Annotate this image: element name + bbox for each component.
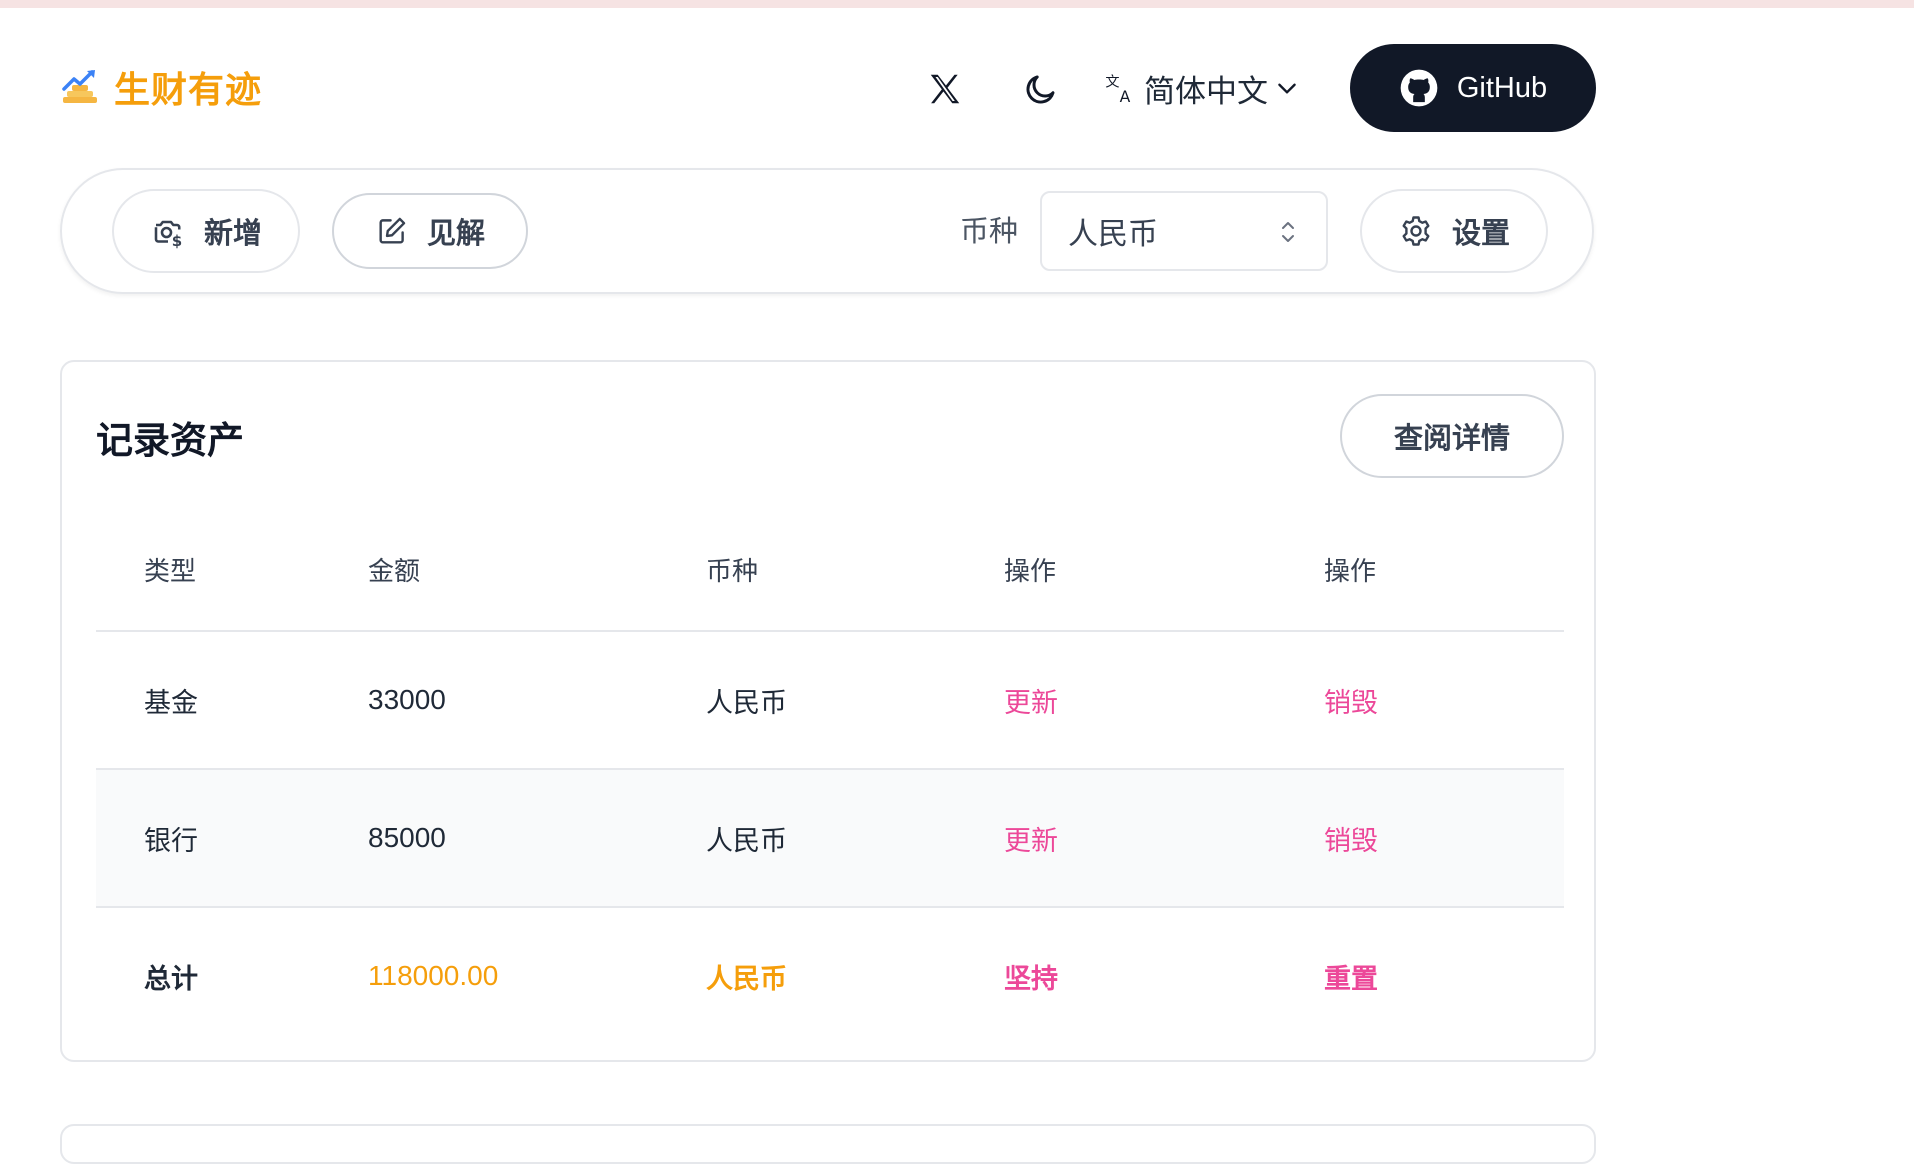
column-header: 操作 — [1324, 556, 1377, 587]
currency-label: 币种 — [960, 214, 1019, 248]
currency-cell: 人民币 — [706, 687, 787, 719]
total-amount: 118000.00 — [368, 960, 499, 991]
next-card — [60, 1124, 1596, 1164]
column-header: 金额 — [368, 556, 421, 587]
type-cell: 基金 — [144, 687, 198, 719]
add-button[interactable]: $ 新增 — [112, 189, 300, 273]
camera-add-icon: $ — [154, 220, 182, 249]
table-row: 银行 85000 人民币 更新 销毁 — [96, 768, 1564, 906]
persist-button[interactable]: 坚持 — [1004, 908, 1058, 1044]
github-label: GitHub — [1456, 71, 1548, 104]
language-selector[interactable]: 文 A 简体中文 — [1104, 64, 1300, 112]
chevron-up-down-icon — [1282, 222, 1294, 242]
card-title: 记录资产 — [96, 419, 244, 462]
insight-button[interactable]: 见解 — [332, 193, 528, 269]
theme-toggle-button[interactable] — [1018, 66, 1064, 112]
total-currency: 人民币 — [706, 963, 787, 995]
gear-icon — [1402, 216, 1430, 246]
top-strip — [0, 0, 1914, 8]
svg-text:$: $ — [172, 232, 182, 249]
settings-label: 设置 — [1451, 216, 1510, 250]
update-link[interactable]: 更新 — [1004, 770, 1058, 906]
column-header: 类型 — [144, 556, 197, 587]
amount-cell: 33000 — [368, 684, 446, 715]
x-twitter-link[interactable] — [922, 66, 968, 112]
logo[interactable]: 生财有迹 — [60, 64, 263, 111]
add-label: 新增 — [203, 216, 262, 250]
table-header-row: 类型 金额 币种 操作 操作 — [96, 508, 1564, 630]
column-header: 币种 — [706, 556, 759, 587]
total-row: 总计 118000.00 人民币 坚持 重置 — [96, 906, 1564, 1044]
github-icon — [1400, 69, 1438, 107]
svg-text:A: A — [1120, 88, 1131, 105]
table-row: 基金 33000 人民币 更新 销毁 — [96, 630, 1564, 768]
delete-link[interactable]: 销毁 — [1324, 632, 1378, 768]
currency-select[interactable]: 人民币 — [1040, 191, 1328, 271]
translate-icon: 文 A — [1105, 75, 1131, 105]
settings-button[interactable]: 设置 — [1360, 189, 1548, 273]
insight-label: 见解 — [426, 216, 485, 250]
currency-select-value: 人民币 — [1068, 217, 1158, 252]
amount-cell: 85000 — [368, 822, 446, 853]
asset-table: 类型 金额 币种 操作 操作 基金 33000 人民币 更新 销毁 银行 850… — [96, 508, 1564, 1044]
toolbar: $ 新增 见解 币种 人民币 设置 — [60, 168, 1594, 294]
chevron-down-icon — [1278, 83, 1296, 94]
update-link[interactable]: 更新 — [1004, 632, 1058, 768]
language-label: 简体中文 — [1144, 73, 1268, 110]
asset-record-card: 记录资产 查阅详情 类型 金额 币种 操作 操作 基金 33000 人民币 更新… — [60, 360, 1596, 1062]
delete-link[interactable]: 销毁 — [1324, 770, 1378, 906]
svg-text:文: 文 — [1105, 75, 1119, 91]
logo-text: 生财有迹 — [114, 70, 263, 111]
type-cell: 银行 — [144, 825, 198, 857]
currency-cell: 人民币 — [706, 825, 787, 857]
chart-increasing-coins-icon — [62, 70, 97, 103]
github-button[interactable]: GitHub — [1350, 44, 1596, 132]
moon-icon — [1026, 75, 1055, 104]
total-label: 总计 — [144, 963, 198, 995]
column-header: 操作 — [1004, 556, 1057, 587]
x-logo-icon — [930, 74, 960, 104]
edit-icon — [379, 217, 406, 244]
reset-button[interactable]: 重置 — [1324, 908, 1378, 1044]
view-details-button[interactable]: 查阅详情 — [1340, 394, 1564, 478]
